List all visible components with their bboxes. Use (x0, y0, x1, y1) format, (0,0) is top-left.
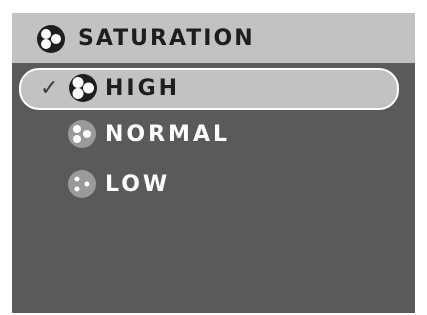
saturation-icon (37, 25, 65, 53)
menu-item-high[interactable]: ✓ HIGH (12, 68, 415, 110)
camera-menu-screen: SATURATION ✓ HIGH NORMAL LOW (12, 13, 415, 313)
menu-item-label: HIGH (105, 76, 181, 101)
menu-item-label: LOW (105, 172, 171, 197)
saturation-low-icon (68, 170, 96, 198)
saturation-normal-icon (68, 120, 96, 148)
menu-item-label: NORMAL (105, 122, 230, 147)
menu-item-low[interactable]: LOW (12, 164, 415, 204)
menu-header: SATURATION (12, 13, 415, 63)
menu-title: SATURATION (78, 26, 255, 51)
saturation-high-icon (69, 74, 97, 102)
menu-item-normal[interactable]: NORMAL (12, 114, 415, 154)
checkmark-icon: ✓ (40, 76, 59, 101)
